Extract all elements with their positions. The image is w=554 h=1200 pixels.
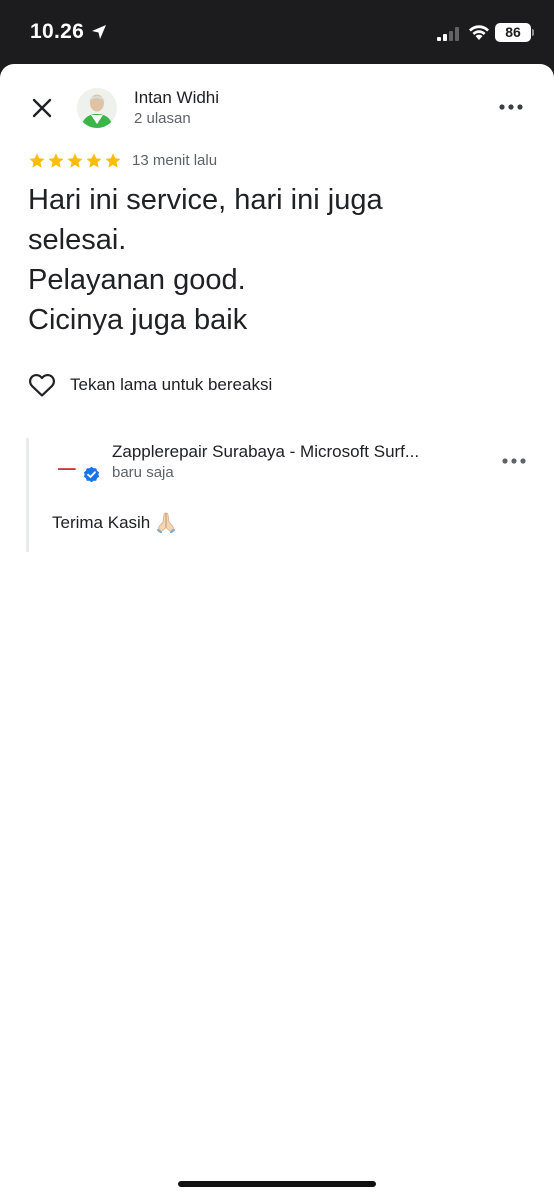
signal-icon [437,27,459,41]
reviewer-name[interactable]: Intan Widhi [134,88,219,108]
star-icon [29,153,45,168]
reply-more-options-icon[interactable] [501,452,527,470]
star-icon [86,153,102,168]
heart-icon [29,373,55,397]
avatar-illustration [77,88,117,128]
star-icon [105,153,121,168]
verified-icon [83,466,100,483]
star-rating [28,152,122,170]
close-icon[interactable] [28,94,56,122]
battery-tip [532,29,534,36]
review-sheet: Intan Widhi 2 ulasan 13 menit lalu Hari … [0,64,554,1200]
home-indicator [178,1181,376,1187]
location-arrow-icon [92,25,106,39]
owner-reply: ▬▬▬ Zapplerepair Surabaya - Microsoft Su… [26,438,531,552]
status-time: 10.26 [30,20,85,43]
review-text: Hari ini service, hari ini juga selesai.… [28,184,383,336]
battery-indicator: 86 [495,23,531,42]
owner-name[interactable]: Zapplerepair Surabaya - Microsoft Surf..… [112,442,487,462]
more-options-icon[interactable] [498,98,524,116]
star-icon [67,153,83,168]
owner-reply-time: baru saja [112,464,174,481]
react-label: Tekan lama untuk bereaksi [70,375,273,394]
pray-emoji-icon [157,512,176,533]
wifi-icon [469,25,489,40]
owner-reply-text: Terima Kasih [52,513,151,532]
status-bar: 10.26 86 [0,0,554,64]
star-icon [48,153,64,168]
owner-logo-mark: ▬▬▬ [58,466,76,472]
reviewer-avatar[interactable] [77,88,117,128]
owner-reply-text-row: Terima Kasih [52,511,176,533]
review-time: 13 menit lalu [132,152,218,169]
reviewer-review-count: 2 ulasan [134,110,191,127]
